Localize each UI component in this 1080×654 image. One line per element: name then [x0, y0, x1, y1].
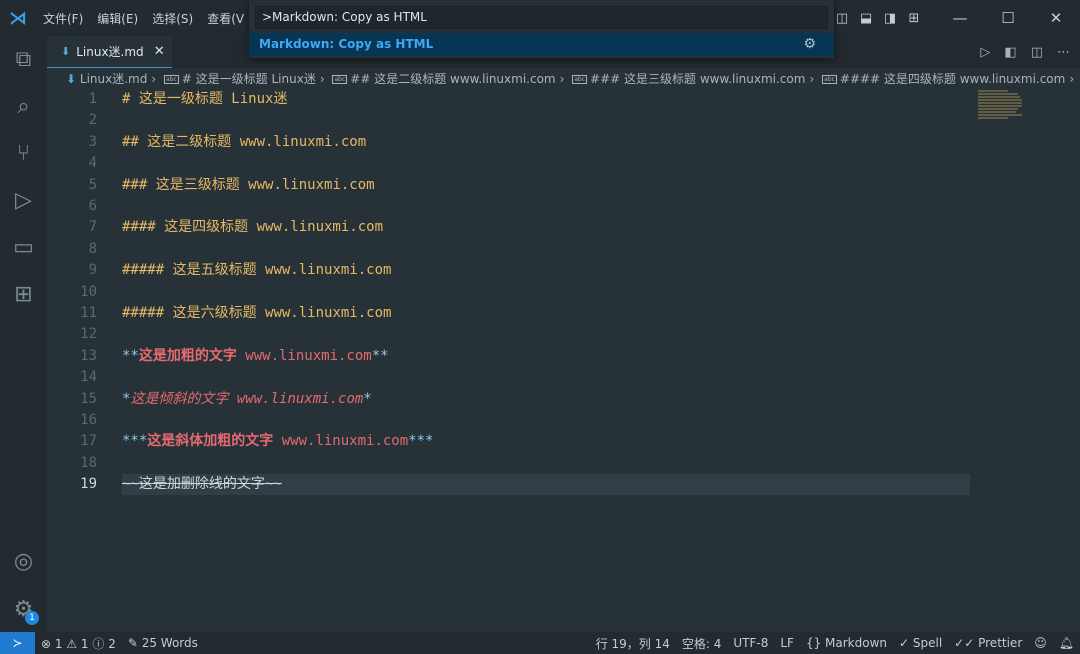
line-number: 14: [80, 369, 97, 386]
cursor-position[interactable]: 行 19，列 14: [590, 635, 676, 652]
end-of-line[interactable]: LF: [774, 636, 800, 650]
symbol-string-icon: abc: [332, 75, 348, 84]
breadcrumb-item[interactable]: ### 这是三级标题 www.linuxmi.com: [590, 72, 805, 86]
settings-badge: 1: [25, 611, 39, 625]
symbol-string-icon: abc: [822, 75, 837, 84]
symbol-string-icon: abc: [164, 75, 179, 84]
line-number: 8: [88, 240, 97, 257]
command-palette-input[interactable]: >Markdown: Copy as HTML: [255, 6, 828, 29]
open-preview-icon[interactable]: ◧: [1004, 45, 1016, 60]
menu-selection[interactable]: 选择(S): [145, 10, 200, 27]
breadcrumb-item[interactable]: Linux迷.md: [80, 72, 147, 86]
source-control-icon[interactable]: ⑂: [0, 130, 47, 177]
error-count: 1: [54, 636, 63, 651]
search-icon[interactable]: ⌕: [0, 83, 47, 130]
activity-bar: ⧉ ⌕ ⑂ ▷ ▭ ⊞ ◎ ⚙ 1: [0, 36, 47, 632]
markdown-file-icon: ⬇: [66, 72, 77, 86]
command-palette: >Markdown: Copy as HTML Markdown: Copy a…: [249, 0, 834, 58]
line-number: 1: [88, 91, 97, 107]
line-number: 5: [88, 176, 97, 193]
toggle-panel-icon[interactable]: ⬓: [854, 11, 878, 26]
minimize-button[interactable]: —: [936, 9, 984, 27]
language-mode[interactable]: {} Markdown: [800, 636, 893, 650]
remote-explorer-icon[interactable]: ▭: [0, 224, 47, 271]
line-number: 3: [88, 133, 97, 150]
line-number: 7: [88, 219, 97, 236]
language-label: Markdown: [825, 636, 887, 650]
line-number: 17: [80, 433, 97, 450]
editor[interactable]: # 这是一级标题 Linux迷 ## 这是二级标题 www.linuxmi.co…: [47, 89, 1080, 632]
status-bar: ≻ ⊗ 1 ⚠ 1 ⓘ 2 ✎ 25 Words 行 19，列 14 空格: 4…: [0, 632, 1080, 654]
encoding[interactable]: UTF-8: [727, 636, 774, 650]
line-number: 6: [88, 198, 97, 214]
breadcrumb-item[interactable]: ## 这是二级标题 www.linuxmi.com: [350, 72, 555, 86]
close-window-button[interactable]: ✕: [1032, 9, 1080, 27]
prettier[interactable]: ✓✓ Prettier: [948, 636, 1028, 650]
line-number: 2: [88, 112, 97, 129]
breadcrumb-item[interactable]: #### 这是四级标题 www.linuxmi.com: [840, 72, 1065, 86]
spell-check[interactable]: ✓ Spell: [893, 636, 948, 650]
split-editor-icon[interactable]: ◫: [1031, 45, 1043, 60]
line-number: 9: [88, 262, 97, 279]
run-debug-icon[interactable]: ▷: [0, 177, 47, 224]
line-number: 4: [88, 155, 97, 172]
word-count[interactable]: ✎ 25 Words: [122, 636, 204, 650]
markdown-file-icon: ⬇: [61, 45, 71, 58]
tab-label: Linux迷.md: [76, 45, 144, 59]
line-number: 12: [80, 326, 97, 343]
line-number: 15: [80, 390, 97, 407]
breadcrumb-item[interactable]: # 这是一级标题 Linux迷: [182, 72, 316, 86]
word-count-label: 25 Words: [141, 636, 198, 650]
menu-file[interactable]: 文件(F): [36, 10, 90, 27]
account-icon[interactable]: ◎: [0, 538, 47, 585]
menu-edit[interactable]: 编辑(E): [90, 10, 145, 27]
symbol-string-icon: abc: [572, 75, 588, 84]
run-icon[interactable]: ▷: [980, 45, 990, 60]
line-number: 19: [80, 476, 97, 493]
tab-linux-md[interactable]: ⬇ Linux迷.md ✕: [47, 36, 172, 68]
line-number: 16: [80, 412, 97, 428]
more-actions-icon[interactable]: ⋯: [1057, 45, 1070, 60]
toggle-secondary-sidebar-icon[interactable]: ◨: [878, 11, 902, 26]
explorer-icon[interactable]: ⧉: [0, 36, 47, 83]
close-tab-icon[interactable]: ✕: [154, 44, 165, 59]
maximize-button[interactable]: ☐: [984, 9, 1032, 27]
remote-icon[interactable]: ≻: [0, 632, 35, 654]
info-count: 2: [108, 636, 116, 651]
extensions-icon[interactable]: ⊞: [0, 271, 47, 318]
notifications-bell-icon[interactable]: 🔔︎: [1053, 636, 1080, 650]
customize-layout-icon[interactable]: ⊞: [902, 11, 926, 26]
feedback-icon[interactable]: ☺: [1028, 636, 1053, 650]
line-number: 11: [80, 305, 97, 321]
spell-label: Spell: [912, 636, 943, 650]
gear-icon[interactable]: ⚙: [803, 36, 816, 52]
menu-view[interactable]: 查看(V: [200, 10, 251, 27]
line-number: 10: [80, 283, 97, 300]
problems-indicator[interactable]: ⊗ 1 ⚠ 1 ⓘ 2: [35, 635, 122, 652]
vscode-logo-icon: ⋊: [9, 7, 27, 29]
prettier-label: Prettier: [978, 636, 1023, 650]
line-number: 18: [80, 454, 97, 471]
command-label: Markdown: Copy as HTML: [259, 37, 434, 51]
breadcrumb: ⬇ Linux迷.md › abc # 这是一级标题 Linux迷 › abc ## 这…: [66, 72, 1075, 86]
line-number: 13: [80, 347, 97, 364]
warning-count: 1: [80, 636, 89, 651]
settings-gear-icon[interactable]: ⚙: [0, 586, 47, 633]
indentation[interactable]: 空格: 4: [676, 635, 728, 652]
command-palette-item[interactable]: Markdown: Copy as HTML ⚙: [249, 33, 834, 56]
